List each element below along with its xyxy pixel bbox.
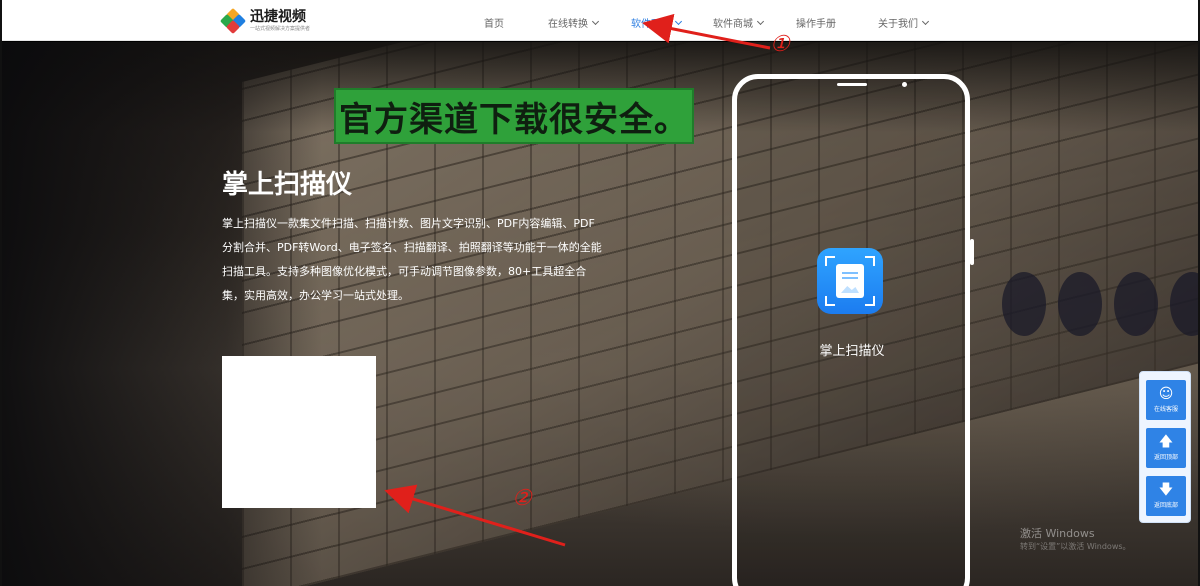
document-icon (836, 264, 864, 298)
brand-title: 迅捷视频 (250, 9, 306, 25)
nav-item-label: 操作手册 (796, 19, 836, 30)
scanner-app-icon (817, 248, 883, 314)
back-to-top-button[interactable]: 🡅 返回顶部 (1146, 428, 1186, 468)
back-to-bottom-button[interactable]: 🡇 返回底部 (1146, 476, 1186, 516)
annotation-number-one: ① (770, 32, 790, 57)
download-qr-placeholder[interactable] (222, 356, 376, 508)
windows-activation-hint: 转到“设置”以激活 Windows。 (1020, 542, 1131, 551)
windows-activation-watermark: 激活 Windows (1020, 527, 1095, 540)
online-service-button[interactable]: ☺ 在线客服 (1146, 380, 1186, 420)
nav-item-about-us[interactable]: 关于我们 (878, 15, 930, 30)
phone-speaker (837, 83, 867, 86)
brand-subtitle: 一站式视频解决方案提供者 (250, 26, 311, 32)
wall-decoration (1002, 272, 1198, 336)
nav-item-home[interactable]: 首页 (484, 15, 504, 30)
logo-mark-icon (219, 7, 247, 35)
frame-left-border (0, 0, 2, 586)
chevron-down-icon (591, 17, 600, 25)
nav-item-label: 软件商城 (713, 19, 753, 30)
chevron-down-icon (756, 17, 765, 25)
chevron-down-icon (921, 17, 930, 25)
nav-item-software-store[interactable]: 软件商城 (713, 15, 765, 30)
nav-item-manual[interactable]: 操作手册 (796, 15, 836, 30)
nav-item-label: 在线转换 (548, 19, 588, 30)
safe-download-banner-text: 官方渠道下载很安全。 (339, 99, 689, 140)
arrow-up-icon: 🡅 (1158, 434, 1174, 450)
product-description: 掌上扫描仪一款集文件扫描、扫描计数、图片文字识别、PDF内容编辑、PDF分割合并… (222, 217, 602, 302)
arrow-down-icon: 🡇 (1158, 482, 1174, 498)
product-title: 掌上扫描仪 (222, 170, 353, 200)
nav-item-online-convert[interactable]: 在线转换 (548, 15, 600, 30)
back-to-top-label: 返回顶部 (1153, 454, 1178, 461)
annotation-number-two: ② (512, 486, 532, 511)
top-navigation-bar: 迅捷视频 一站式视频解决方案提供者 首页 在线转换 软件下载 软件商城 操作手册… (0, 0, 1200, 41)
chevron-down-icon (674, 17, 683, 25)
nav-item-label: 首页 (484, 19, 504, 30)
nav-item-label: 软件下载 (631, 19, 671, 30)
chat-bubble-icon: ☺ (1158, 386, 1174, 402)
floating-side-panel: ☺ 在线客服 🡅 返回顶部 🡇 返回底部 (1139, 371, 1191, 523)
phone-side-button (970, 239, 974, 265)
nav-item-label: 关于我们 (878, 19, 918, 30)
phone-mockup (732, 74, 974, 586)
app-name-label: 掌上扫描仪 (819, 344, 885, 359)
back-to-bottom-label: 返回底部 (1153, 502, 1178, 509)
phone-camera (902, 82, 907, 87)
online-service-label: 在线客服 (1153, 406, 1178, 413)
safe-download-banner: 官方渠道下载很安全。 (334, 88, 694, 144)
brand-logo[interactable]: 迅捷视频 一站式视频解决方案提供者 (219, 7, 311, 35)
nav-item-software-download[interactable]: 软件下载 (631, 15, 683, 30)
